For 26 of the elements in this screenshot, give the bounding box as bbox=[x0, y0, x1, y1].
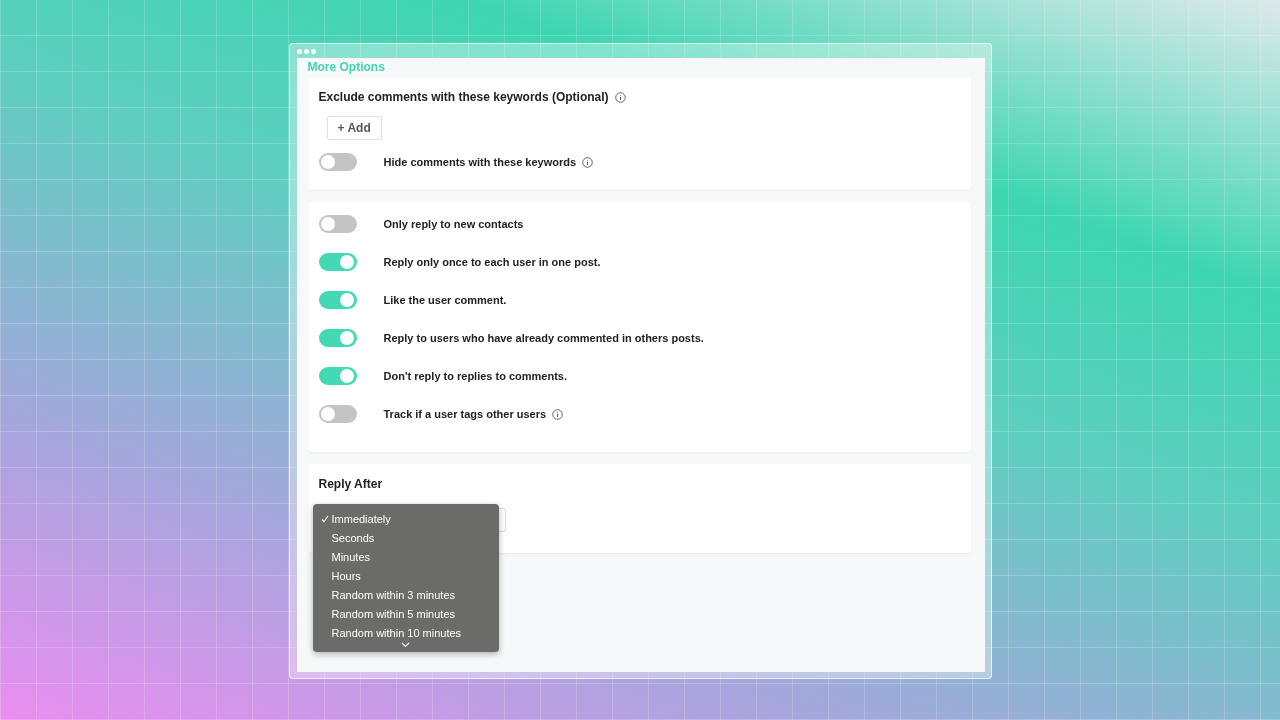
section-title: More Options bbox=[307, 59, 386, 74]
toggle-switch[interactable] bbox=[318, 215, 357, 233]
option-label: Reply to users who have already commented in others posts. bbox=[383, 332, 704, 344]
option-label: Reply only once to each user in one post. bbox=[383, 256, 601, 268]
menu-item[interactable]: Random within 10 minutes bbox=[331, 626, 462, 639]
option-label: Track if a user tags other users bbox=[383, 408, 547, 420]
add-button[interactable]: + Add bbox=[326, 116, 382, 140]
option-label: Don't reply to replies to comments. bbox=[383, 370, 568, 382]
toggle-switch[interactable] bbox=[318, 153, 357, 171]
toggle-switch[interactable] bbox=[318, 253, 357, 271]
reply-after-label: Reply After bbox=[318, 477, 384, 491]
chevron-down-icon bbox=[401, 642, 410, 648]
menu-item[interactable]: Seconds bbox=[331, 531, 375, 544]
option-label: Like the user comment. bbox=[383, 294, 507, 306]
keywords-label: Exclude comments with these keywords (Optional) bbox=[318, 90, 609, 104]
menu-item[interactable]: Random within 3 minutes bbox=[331, 588, 455, 601]
toggle-switch[interactable] bbox=[318, 329, 357, 347]
option-label: Only reply to new contacts bbox=[383, 218, 524, 230]
menu-item[interactable]: Minutes bbox=[331, 550, 371, 563]
toggle-switch[interactable] bbox=[318, 367, 357, 385]
option-label: Hide comments with these keywords bbox=[383, 156, 577, 168]
menu-item[interactable]: Immediately bbox=[331, 512, 391, 525]
menu-item[interactable]: Random within 5 minutes bbox=[331, 607, 455, 620]
toggle-switch[interactable] bbox=[318, 405, 357, 423]
toggle-switch[interactable] bbox=[318, 291, 357, 309]
menu-item[interactable]: Hours bbox=[331, 569, 361, 582]
